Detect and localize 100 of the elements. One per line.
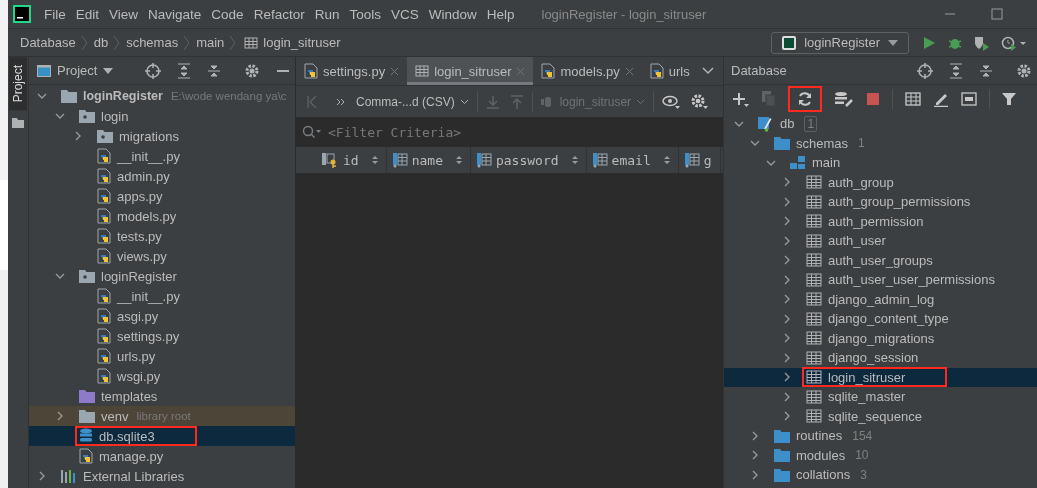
tree-item[interactable]: django_content_type bbox=[724, 309, 1037, 329]
menu-item[interactable]: View bbox=[104, 6, 144, 22]
column-header[interactable]: name bbox=[386, 147, 471, 173]
run-icon[interactable] bbox=[921, 34, 937, 51]
tree-item[interactable]: db 1 bbox=[724, 114, 1037, 134]
tree-item[interactable]: auth_group bbox=[724, 172, 1037, 192]
chevron-down-icon[interactable] bbox=[37, 91, 47, 101]
menu-item[interactable]: Edit bbox=[70, 6, 105, 22]
locate-icon[interactable] bbox=[917, 62, 933, 79]
tree-item[interactable]: venv library root bbox=[29, 406, 295, 426]
tree-item[interactable]: auth_user_groups bbox=[724, 250, 1037, 270]
editor-tab[interactable]: models.py bbox=[533, 57, 642, 85]
chevron-right-icon[interactable] bbox=[782, 216, 792, 227]
menu-item[interactable]: Navigate bbox=[143, 6, 207, 22]
menu-item[interactable]: Help bbox=[481, 6, 520, 22]
tree-item[interactable]: schemas 1 bbox=[724, 133, 1037, 153]
tree-item[interactable]: manage.py bbox=[29, 446, 295, 466]
menu-item[interactable]: Tools bbox=[344, 6, 386, 22]
settings-icon[interactable] bbox=[244, 62, 260, 79]
menu-item[interactable]: Refactor bbox=[248, 6, 310, 22]
tree-item[interactable]: auth_group_permissions bbox=[724, 192, 1037, 212]
folder-icon[interactable] bbox=[12, 118, 24, 129]
search-icon[interactable] bbox=[302, 125, 322, 139]
add-icon[interactable] bbox=[732, 90, 750, 107]
expand-all-icon[interactable] bbox=[177, 62, 191, 79]
chevron-right-icon[interactable] bbox=[782, 235, 792, 246]
tree-item[interactable]: External Libraries bbox=[29, 466, 295, 486]
chevron-right-icon[interactable] bbox=[750, 469, 760, 480]
column-header[interactable]: g bbox=[678, 147, 721, 173]
chevron-right-icon[interactable] bbox=[782, 196, 792, 207]
breadcrumb[interactable]: Database bbox=[18, 35, 78, 50]
chevron-right-icon[interactable] bbox=[750, 430, 760, 441]
coverage-run-icon[interactable] bbox=[973, 34, 991, 51]
tree-item[interactable]: auth_permission bbox=[724, 211, 1037, 231]
tree-item[interactable]: sqlite_master bbox=[724, 387, 1037, 407]
run-configuration-dropdown[interactable]: loginRegister bbox=[771, 31, 909, 54]
tree-item[interactable]: urls.py bbox=[29, 346, 295, 366]
chevron-right-icon[interactable] bbox=[750, 450, 760, 461]
sort-icon[interactable] bbox=[371, 155, 378, 165]
close-icon[interactable] bbox=[390, 66, 400, 76]
chevron-right-icon[interactable] bbox=[782, 333, 792, 344]
chevron-right-icon[interactable] bbox=[782, 177, 792, 188]
tree-item[interactable]: loginRegister bbox=[29, 266, 295, 286]
editor-tab[interactable]: login_sitruser bbox=[407, 57, 534, 85]
tree-item[interactable]: login bbox=[29, 106, 295, 126]
table-icon[interactable] bbox=[905, 91, 921, 106]
caret-icon[interactable] bbox=[103, 67, 114, 74]
tree-item[interactable]: views.py bbox=[29, 246, 295, 266]
tree-item[interactable]: django_migrations bbox=[724, 328, 1037, 348]
collapse-all-icon[interactable] bbox=[979, 62, 993, 79]
settings-icon[interactable] bbox=[1016, 62, 1032, 79]
eye-icon[interactable] bbox=[662, 94, 681, 109]
sort-icon[interactable] bbox=[455, 155, 462, 165]
sort-icon[interactable] bbox=[571, 155, 578, 165]
menu-item[interactable]: VCS bbox=[385, 6, 424, 22]
chevron-right-icon[interactable] bbox=[782, 391, 792, 402]
tree-item[interactable]: routines 154 bbox=[724, 426, 1037, 446]
tree-item[interactable]: loginRegister E:\wode wendang ya\c bbox=[29, 86, 295, 106]
tree-item[interactable]: asgi.py bbox=[29, 306, 295, 326]
tree-item[interactable]: auth_user bbox=[724, 231, 1037, 251]
console-icon[interactable] bbox=[961, 91, 977, 106]
tree-item[interactable]: login_sitruser bbox=[724, 367, 1037, 387]
settings-icon[interactable] bbox=[690, 93, 709, 110]
editor-tab[interactable]: settings.py bbox=[296, 57, 408, 85]
column-header[interactable]: email bbox=[586, 147, 679, 173]
chevron-down-icon[interactable] bbox=[55, 271, 65, 281]
chevron-right-icon[interactable] bbox=[73, 131, 83, 141]
tree-item[interactable]: models.py bbox=[29, 206, 295, 226]
tree-item[interactable]: django_session bbox=[724, 348, 1037, 368]
chevron-right-icon[interactable] bbox=[782, 372, 792, 383]
tree-item[interactable]: admin.py bbox=[29, 166, 295, 186]
format-dropdown[interactable]: Comma-...d (CSV) bbox=[356, 94, 469, 109]
tree-item[interactable]: __init__.py bbox=[29, 286, 295, 306]
menu-item[interactable]: File bbox=[39, 6, 71, 22]
tree-item[interactable]: collations 3 bbox=[724, 465, 1037, 485]
maximize-icon[interactable] bbox=[990, 7, 1004, 21]
tree-item[interactable]: apps.py bbox=[29, 186, 295, 206]
tree-item[interactable]: django_admin_log bbox=[724, 289, 1037, 309]
database-tools-icon[interactable] bbox=[834, 90, 854, 107]
tree-item[interactable]: tests.py bbox=[29, 226, 295, 246]
tree-item[interactable]: settings.py bbox=[29, 326, 295, 346]
tree-item[interactable]: wsgi.py bbox=[29, 366, 295, 386]
breadcrumb[interactable]: db bbox=[91, 35, 111, 50]
chevron-down-icon[interactable] bbox=[55, 111, 65, 121]
chevron-right-icon[interactable] bbox=[782, 411, 792, 422]
tree-item[interactable]: migrations bbox=[29, 126, 295, 146]
chevron-right-icon[interactable] bbox=[782, 313, 792, 324]
chevron-right-icon[interactable] bbox=[782, 294, 792, 305]
breadcrumb[interactable]: login_sitruser bbox=[261, 35, 343, 50]
double-chevron-icon[interactable] bbox=[336, 97, 346, 106]
tree-item[interactable]: db.sqlite3 bbox=[29, 426, 295, 446]
chevron-right-icon[interactable] bbox=[37, 471, 47, 481]
tree-item[interactable]: main bbox=[724, 153, 1037, 173]
locate-icon[interactable] bbox=[145, 62, 161, 79]
refresh-icon[interactable] bbox=[797, 90, 813, 107]
stop-icon[interactable] bbox=[866, 91, 880, 106]
collapse-all-icon[interactable] bbox=[207, 62, 221, 79]
chevron-right-icon[interactable] bbox=[782, 274, 792, 285]
menu-item[interactable]: Run bbox=[309, 6, 345, 22]
filter-icon[interactable] bbox=[1002, 91, 1016, 106]
